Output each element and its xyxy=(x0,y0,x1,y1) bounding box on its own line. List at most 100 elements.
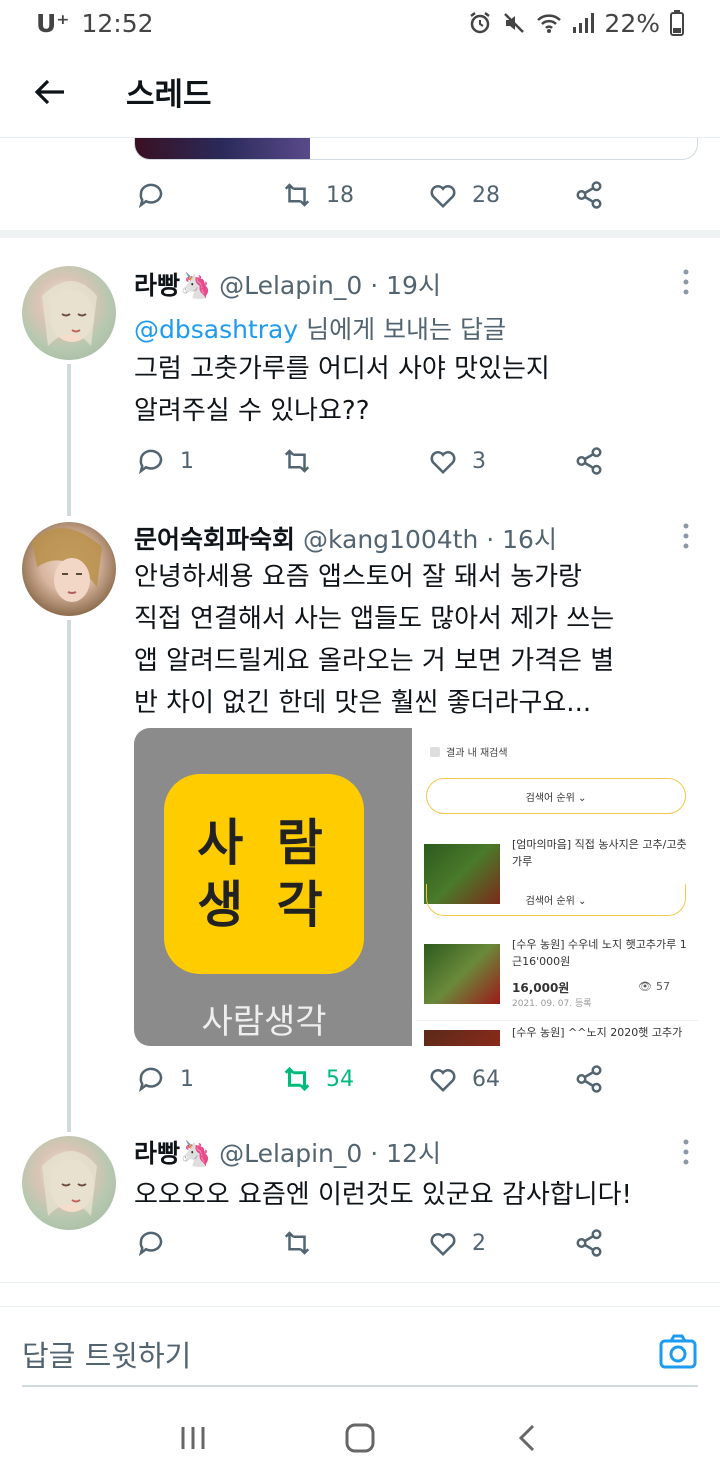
tweet-text-line: 안녕하세용 요즘 앱스토어 잘 돼서 농가랑 xyxy=(134,562,582,592)
share-icon xyxy=(576,1065,602,1093)
tweet-header: 라빵🦄 @Lelapin_0 · 12시 xyxy=(134,1134,441,1170)
share-button[interactable] xyxy=(574,446,604,476)
mention-link[interactable]: @dbsashtray xyxy=(134,315,298,344)
avatar-illustration xyxy=(42,1151,97,1216)
more-options-icon[interactable] xyxy=(680,268,692,296)
product-title: [수우 농원] 수우네 노지 햇고추가루 1근16'000원 xyxy=(512,938,687,968)
app-icon-text: 생 각 xyxy=(197,876,331,934)
previous-tweet[interactable]: 18 28 xyxy=(0,138,720,238)
display-name[interactable]: 라빵🦄 xyxy=(134,1139,211,1168)
view-count: 57 xyxy=(655,980,670,993)
signal-icon xyxy=(573,13,595,33)
tweet[interactable]: 문어숙회파숙회 @kang1004th · 16시 안녕하세용 요즘 앱스토어 … xyxy=(0,506,720,1116)
home-button[interactable] xyxy=(340,1418,380,1458)
display-name[interactable]: 라빵🦄 xyxy=(134,271,211,300)
tweet[interactable]: 라빵🦄 @Lelapin_0 · 19시 @dbsashtray 님에게 보내는… xyxy=(0,246,720,506)
back-button[interactable] xyxy=(20,62,80,122)
replying-to-label: 님에게 보내는 답글 xyxy=(298,315,506,344)
retweet-icon xyxy=(284,449,310,473)
like-button[interactable]: 3 xyxy=(428,446,486,476)
tweet-text-line: 직접 연결해서 사는 앱들도 많아서 제가 쓰는 xyxy=(134,604,615,634)
recent-apps-button[interactable] xyxy=(173,1418,213,1458)
replying-to: @dbsashtray 님에게 보내는 답글 xyxy=(134,310,506,346)
arrow-left-icon xyxy=(34,79,64,104)
product-thumbnail xyxy=(424,1030,500,1046)
reply-button[interactable] xyxy=(136,180,166,210)
search-result-panel: 검색어 순위 ⌄ [수우 농원] 수우네 노지 햇고추가루 1근16'000원 … xyxy=(416,884,698,1046)
system-back-button[interactable] xyxy=(507,1418,547,1458)
handle-time: @Lelapin_0 · 12시 xyxy=(219,1139,441,1168)
more-options-icon[interactable] xyxy=(680,522,692,550)
like-count: 2 xyxy=(472,1230,486,1256)
alarm-icon xyxy=(470,12,491,34)
share-button[interactable] xyxy=(574,1064,604,1094)
reply-button[interactable]: 1 xyxy=(136,446,194,476)
retweet-icon xyxy=(284,1231,310,1255)
clock: 12:52 xyxy=(81,8,154,38)
divider xyxy=(0,1282,720,1283)
share-button[interactable] xyxy=(574,1228,604,1258)
app-icon-text: 사 람 xyxy=(197,814,331,872)
reply-button[interactable] xyxy=(136,1228,166,1258)
status-bar: U⁺ 12:52 22% xyxy=(0,0,720,46)
avatar[interactable] xyxy=(22,522,116,616)
eye-icon: 👁 xyxy=(638,980,652,993)
system-nav-bar xyxy=(0,1396,720,1480)
retweet-button[interactable]: 54 xyxy=(282,1064,354,1094)
status-icons: 22% xyxy=(468,9,684,38)
like-button[interactable]: 28 xyxy=(428,180,500,210)
tweet-text-line: 반 차이 없긴 한데 맛은 훨씬 좋더라구요... xyxy=(134,688,592,718)
avatar[interactable] xyxy=(22,266,116,360)
reply-button[interactable]: 1 xyxy=(136,1064,194,1094)
sort-pill: 검색어 순위 ⌄ xyxy=(426,884,686,916)
carrier-label: U⁺ xyxy=(36,8,70,38)
battery-percent: 22% xyxy=(604,8,660,38)
recent-apps-icon xyxy=(181,1427,205,1449)
display-name[interactable]: 문어숙회파숙회 xyxy=(134,525,295,554)
refine-search-label: 결과 내 재검색 xyxy=(446,748,508,759)
tweet[interactable]: 라빵🦄 @Lelapin_0 · 12시 오오오오 요즘엔 이런것도 있군요 감… xyxy=(0,1120,720,1280)
search-result-panel: 결과 내 재검색 검색어 순위 ⌄ [엄마의마음] 직접 농사지은 고추/고춧가… xyxy=(416,728,698,904)
compose-underline xyxy=(22,1385,698,1387)
share-icon xyxy=(576,1229,602,1257)
reply-compose-bar[interactable]: 답글 트윗하기 xyxy=(0,1306,720,1396)
tweet-header: 라빵🦄 @Lelapin_0 · 19시 xyxy=(134,266,441,302)
retweet-icon xyxy=(284,183,310,207)
tweet-text-line: 알려주실 수 있나요?? xyxy=(134,396,370,426)
avatar-illustration xyxy=(42,281,97,346)
like-count: 3 xyxy=(472,448,486,474)
product-date: 2021. 09. 07. 등록 xyxy=(512,999,592,1009)
like-button[interactable]: 2 xyxy=(428,1228,486,1258)
like-count: 64 xyxy=(472,1066,500,1092)
retweet-button[interactable] xyxy=(282,446,312,476)
product-title: [엄마의마음] 직접 농사지은 고추/고춧가루 xyxy=(512,838,687,868)
battery-icon xyxy=(670,10,684,36)
previous-tweet-media[interactable] xyxy=(134,138,698,160)
reply-icon xyxy=(138,449,163,475)
top-app-bar: 스레드 xyxy=(0,46,720,138)
tweet-media[interactable]: 사 람 생 각 사람생각 결과 내 재검색 검색어 순위 ⌄ [엄마의마음] 직… xyxy=(134,728,698,1046)
tweet-header: 문어숙회파숙회 @kang1004th · 16시 xyxy=(134,520,557,556)
like-button[interactable]: 64 xyxy=(428,1064,500,1094)
share-icon xyxy=(576,447,602,475)
retweet-icon xyxy=(284,1066,310,1092)
media-image-app[interactable]: 사 람 생 각 사람생각 xyxy=(134,728,412,1046)
retweet-button[interactable] xyxy=(282,1228,312,1258)
page-title: 스레드 xyxy=(126,77,212,113)
more-options-icon[interactable] xyxy=(680,1138,692,1166)
sort-pill: 검색어 순위 ⌄ xyxy=(426,778,686,814)
avatar-photo xyxy=(32,528,102,602)
chevron-left-icon xyxy=(518,1424,534,1452)
avatar[interactable] xyxy=(22,1136,116,1230)
media-image-screenshot[interactable]: 결과 내 재검색 검색어 순위 ⌄ [엄마의마음] 직접 농사지은 고추/고춧가… xyxy=(416,728,698,1046)
home-icon xyxy=(345,1423,375,1453)
share-button[interactable] xyxy=(574,180,604,210)
product-title: [수우 농원] ^^노지 2020햇 고추가 xyxy=(512,1026,683,1039)
heart-icon xyxy=(430,451,456,475)
product-thumbnail xyxy=(424,944,500,1004)
retweet-button[interactable]: 18 xyxy=(282,180,354,210)
heart-icon xyxy=(430,1233,456,1257)
reply-input[interactable]: 답글 트윗하기 xyxy=(22,1333,191,1375)
camera-icon[interactable] xyxy=(658,1331,698,1371)
checkbox-icon xyxy=(430,746,440,757)
